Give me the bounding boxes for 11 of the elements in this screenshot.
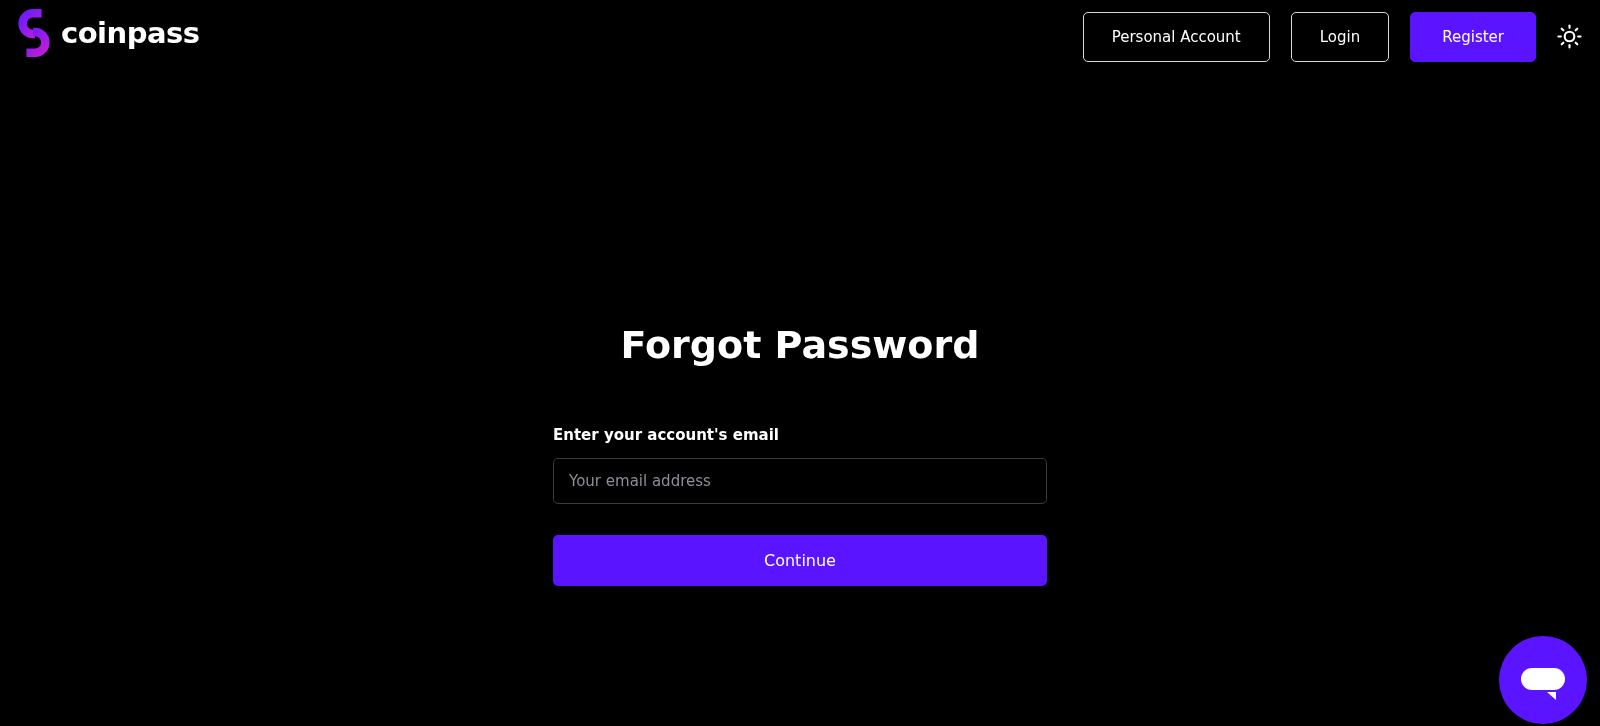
continue-button[interactable]: Continue <box>553 535 1047 586</box>
email-label: Enter your account's email <box>553 425 779 445</box>
theme-toggle-sun-icon[interactable] <box>1557 24 1582 49</box>
email-input-field[interactable]: Your email address <box>553 458 1047 504</box>
register-button[interactable]: Register <box>1410 11 1536 62</box>
header-button[interactable]: Login <box>1290 11 1390 62</box>
header-button[interactable]: Personal Account <box>1082 11 1270 62</box>
page-title: Forgot Password <box>620 322 980 369</box>
logo-wordmark[interactable]: coinpass <box>61 15 200 50</box>
chat-bubble-icon[interactable] <box>1499 636 1587 724</box>
logo-icon <box>17 7 51 58</box>
